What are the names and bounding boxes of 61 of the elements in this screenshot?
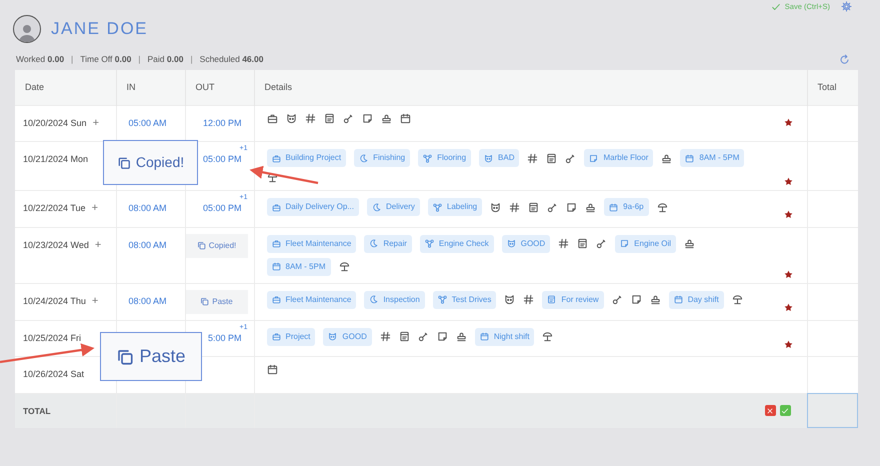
- copied-tooltip: Copied!: [103, 140, 198, 185]
- tag-chip[interactable]: Day shift: [668, 290, 724, 308]
- add-button[interactable]: +: [92, 118, 99, 128]
- column-header: IN: [116, 70, 185, 105]
- column-header: OUT: [185, 70, 254, 105]
- column-header: Date: [15, 70, 116, 105]
- tag-chip[interactable]: 8AM - 5PM: [266, 258, 331, 276]
- tag-chip[interactable]: Inspection: [364, 290, 425, 308]
- clock-out-time[interactable]: 05:00 PM: [202, 154, 242, 164]
- tag-chip[interactable]: BAD: [479, 149, 520, 167]
- clock-out-time[interactable]: 5:00 PM: [208, 332, 242, 342]
- tag-chip[interactable]: 8AM - 5PM: [680, 149, 744, 167]
- tag-chip[interactable]: GOOD: [502, 234, 550, 252]
- summary-stat: Paid 0.00: [148, 52, 184, 66]
- clock-in-time[interactable]: 08:00 AM: [128, 296, 167, 306]
- tag-chip[interactable]: Night shift: [474, 328, 534, 346]
- summary-stat: Time Off 0.00: [80, 52, 132, 66]
- clock-out-time[interactable]: 12:00 PM: [202, 118, 242, 128]
- paste-tooltip: Paste: [100, 332, 202, 381]
- tag-chip[interactable]: Daily Delivery Op...: [266, 198, 359, 216]
- column-header: Total: [807, 70, 858, 105]
- clock-in-time[interactable]: 08:00 AM: [128, 240, 167, 250]
- tag-chip[interactable]: Engine Check: [420, 234, 494, 252]
- employee-name: JANE DOE: [51, 18, 148, 40]
- total-label: TOTAL: [15, 393, 116, 428]
- separator: |: [71, 52, 74, 66]
- summary-stat: Worked 0.00: [16, 52, 64, 66]
- add-button[interactable]: +: [92, 296, 98, 306]
- tag-chip[interactable]: Labeling: [428, 198, 482, 216]
- summary-stat: Scheduled 46.00: [200, 52, 264, 66]
- date-text: 10/25/2024 Fri: [23, 332, 82, 342]
- date-text: 10/23/2024 Wed: [23, 240, 89, 250]
- copied-button[interactable]: Copied!: [186, 234, 248, 258]
- tag-chip[interactable]: For review: [542, 290, 604, 308]
- add-button[interactable]: +: [94, 240, 102, 250]
- tag-chip[interactable]: Engine Oil: [615, 234, 676, 252]
- tag-chip[interactable]: Finishing: [354, 149, 410, 167]
- clock-in-time[interactable]: 05:00 AM: [128, 118, 167, 128]
- tag-chip[interactable]: Fleet Maintenance: [266, 290, 356, 308]
- tag-chip[interactable]: Fleet Maintenance: [266, 234, 356, 252]
- add-button[interactable]: +: [92, 204, 98, 213]
- date-text: 10/26/2024 Sat: [23, 369, 84, 379]
- clock-in-time[interactable]: 08:00 AM: [128, 203, 167, 213]
- column-header: Details: [254, 70, 807, 105]
- date-text: 10/24/2024 Thu: [23, 296, 86, 306]
- tag-chip[interactable]: Marble Floor: [584, 149, 654, 167]
- tag-chip[interactable]: Delivery: [366, 198, 420, 216]
- separator: |: [190, 52, 193, 66]
- tag-chip[interactable]: GOOD: [323, 328, 372, 346]
- separator: |: [138, 52, 141, 66]
- date-text: 10/22/2024 Tue: [23, 203, 86, 213]
- clock-out-time[interactable]: 05:00 PM: [202, 203, 242, 213]
- paste-button[interactable]: Paste: [186, 290, 248, 314]
- tag-chip[interactable]: Test Drives: [432, 290, 496, 308]
- tag-chip[interactable]: Project: [266, 328, 316, 346]
- tag-chip[interactable]: Building Project: [266, 149, 346, 167]
- tag-chip[interactable]: Repair: [364, 234, 412, 252]
- tag-chip[interactable]: Flooring: [418, 149, 472, 167]
- date-text: 10/21/2024 Mon: [23, 154, 88, 164]
- date-text: 10/20/2024 Sun: [23, 118, 87, 128]
- tag-chip[interactable]: 9a-6p: [604, 198, 649, 216]
